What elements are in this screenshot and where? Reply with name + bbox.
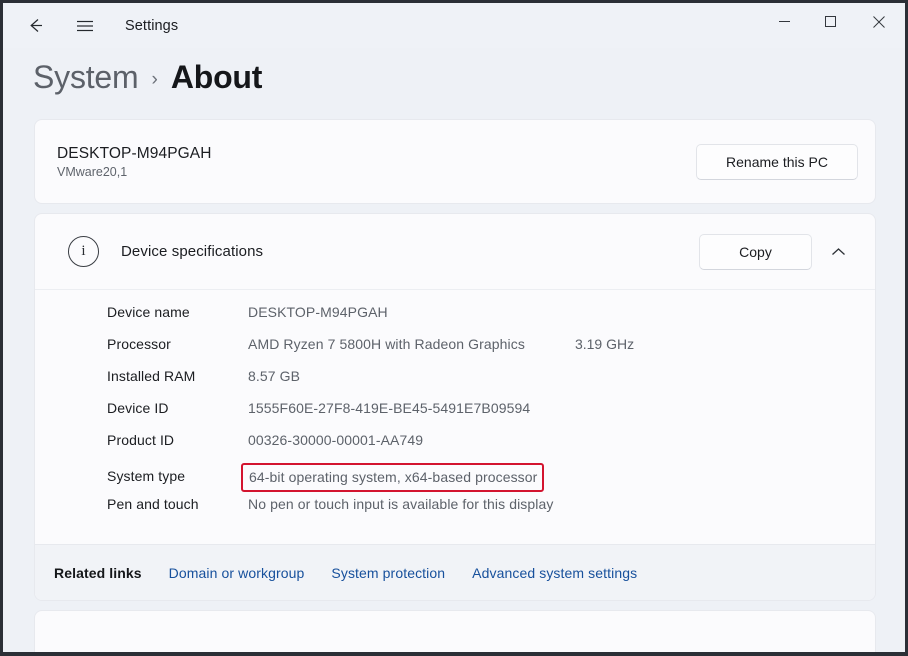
settings-window: Settings System › About DESKTOP-M94PGAH … bbox=[3, 3, 905, 652]
rename-pc-button[interactable]: Rename this PC bbox=[696, 143, 858, 180]
spec-value: AMD Ryzen 7 5800H with Radeon Graphics bbox=[248, 336, 525, 352]
device-specifications-card: i Device specifications Copy Device name… bbox=[34, 213, 876, 601]
spec-label: System type bbox=[107, 468, 186, 484]
related-link-advanced-system-settings[interactable]: Advanced system settings bbox=[472, 565, 637, 581]
breadcrumb-parent[interactable]: System bbox=[33, 59, 139, 96]
settings-content: DESKTOP-M94PGAH VMware20,1 Rename this P… bbox=[3, 96, 905, 652]
related-link-system-protection[interactable]: System protection bbox=[331, 565, 445, 581]
hamburger-menu-icon[interactable] bbox=[63, 8, 107, 44]
spec-label: Processor bbox=[107, 336, 171, 352]
table-row: Product ID 00326-30000-00001-AA749 bbox=[35, 432, 875, 464]
related-links-section: Related links Domain or workgroup System… bbox=[35, 544, 875, 600]
spec-value: 1555F60E-27F8-419E-BE45-5491E7B09594 bbox=[248, 400, 531, 416]
spec-value: 00326-30000-00001-AA749 bbox=[248, 432, 424, 448]
device-specifications-title: Device specifications bbox=[121, 243, 264, 260]
device-specifications-rows: Device name DESKTOP-M94PGAH Processor AM… bbox=[35, 290, 875, 544]
close-button[interactable] bbox=[853, 3, 905, 40]
page-title: About bbox=[170, 59, 263, 95]
spec-value: 8.57 GB bbox=[248, 368, 301, 384]
chevron-right-icon: › bbox=[151, 69, 158, 90]
window-controls bbox=[761, 3, 905, 40]
spec-value-highlighted: 64-bit operating system, x64-based proce… bbox=[240, 463, 545, 492]
spec-label: Installed RAM bbox=[107, 368, 196, 384]
spec-value: No pen or touch input is available for t… bbox=[248, 496, 554, 512]
title-bar: Settings bbox=[3, 3, 905, 48]
table-row: Processor AMD Ryzen 7 5800H with Radeon … bbox=[35, 336, 875, 368]
copy-button[interactable]: Copy bbox=[699, 233, 812, 270]
device-specifications-header: i Device specifications Copy bbox=[35, 214, 875, 290]
breadcrumb: System › About bbox=[3, 48, 905, 96]
pc-name-text-block: DESKTOP-M94PGAH VMware20,1 bbox=[57, 145, 212, 179]
table-row-system-type: System type 64-bit operating system, x64… bbox=[35, 463, 875, 496]
back-arrow-icon[interactable] bbox=[13, 8, 57, 44]
spec-label: Product ID bbox=[107, 432, 175, 448]
info-icon: i bbox=[68, 236, 99, 267]
chevron-up-icon[interactable] bbox=[818, 234, 858, 270]
table-row: Installed RAM 8.57 GB bbox=[35, 368, 875, 400]
spec-label: Device name bbox=[107, 304, 190, 320]
table-row: Pen and touch No pen or touch input is a… bbox=[35, 496, 875, 528]
window-title: Settings bbox=[125, 17, 179, 34]
table-row: Device ID 1555F60E-27F8-419E-BE45-5491E7… bbox=[35, 400, 875, 432]
pc-device-name: DESKTOP-M94PGAH bbox=[57, 144, 212, 162]
next-section-card-partial bbox=[34, 610, 876, 652]
pc-model: VMware20,1 bbox=[57, 164, 128, 179]
table-row: Device name DESKTOP-M94PGAH bbox=[35, 304, 875, 336]
maximize-button[interactable] bbox=[807, 3, 853, 40]
minimize-button[interactable] bbox=[761, 3, 807, 40]
related-links-label: Related links bbox=[54, 564, 142, 581]
spec-label: Pen and touch bbox=[107, 496, 199, 512]
spec-value-secondary: 3.19 GHz bbox=[574, 336, 635, 352]
pc-name-card: DESKTOP-M94PGAH VMware20,1 Rename this P… bbox=[34, 119, 876, 204]
spec-value: DESKTOP-M94PGAH bbox=[248, 304, 388, 320]
related-link-domain-or-workgroup[interactable]: Domain or workgroup bbox=[169, 565, 305, 581]
spec-label: Device ID bbox=[107, 400, 169, 416]
